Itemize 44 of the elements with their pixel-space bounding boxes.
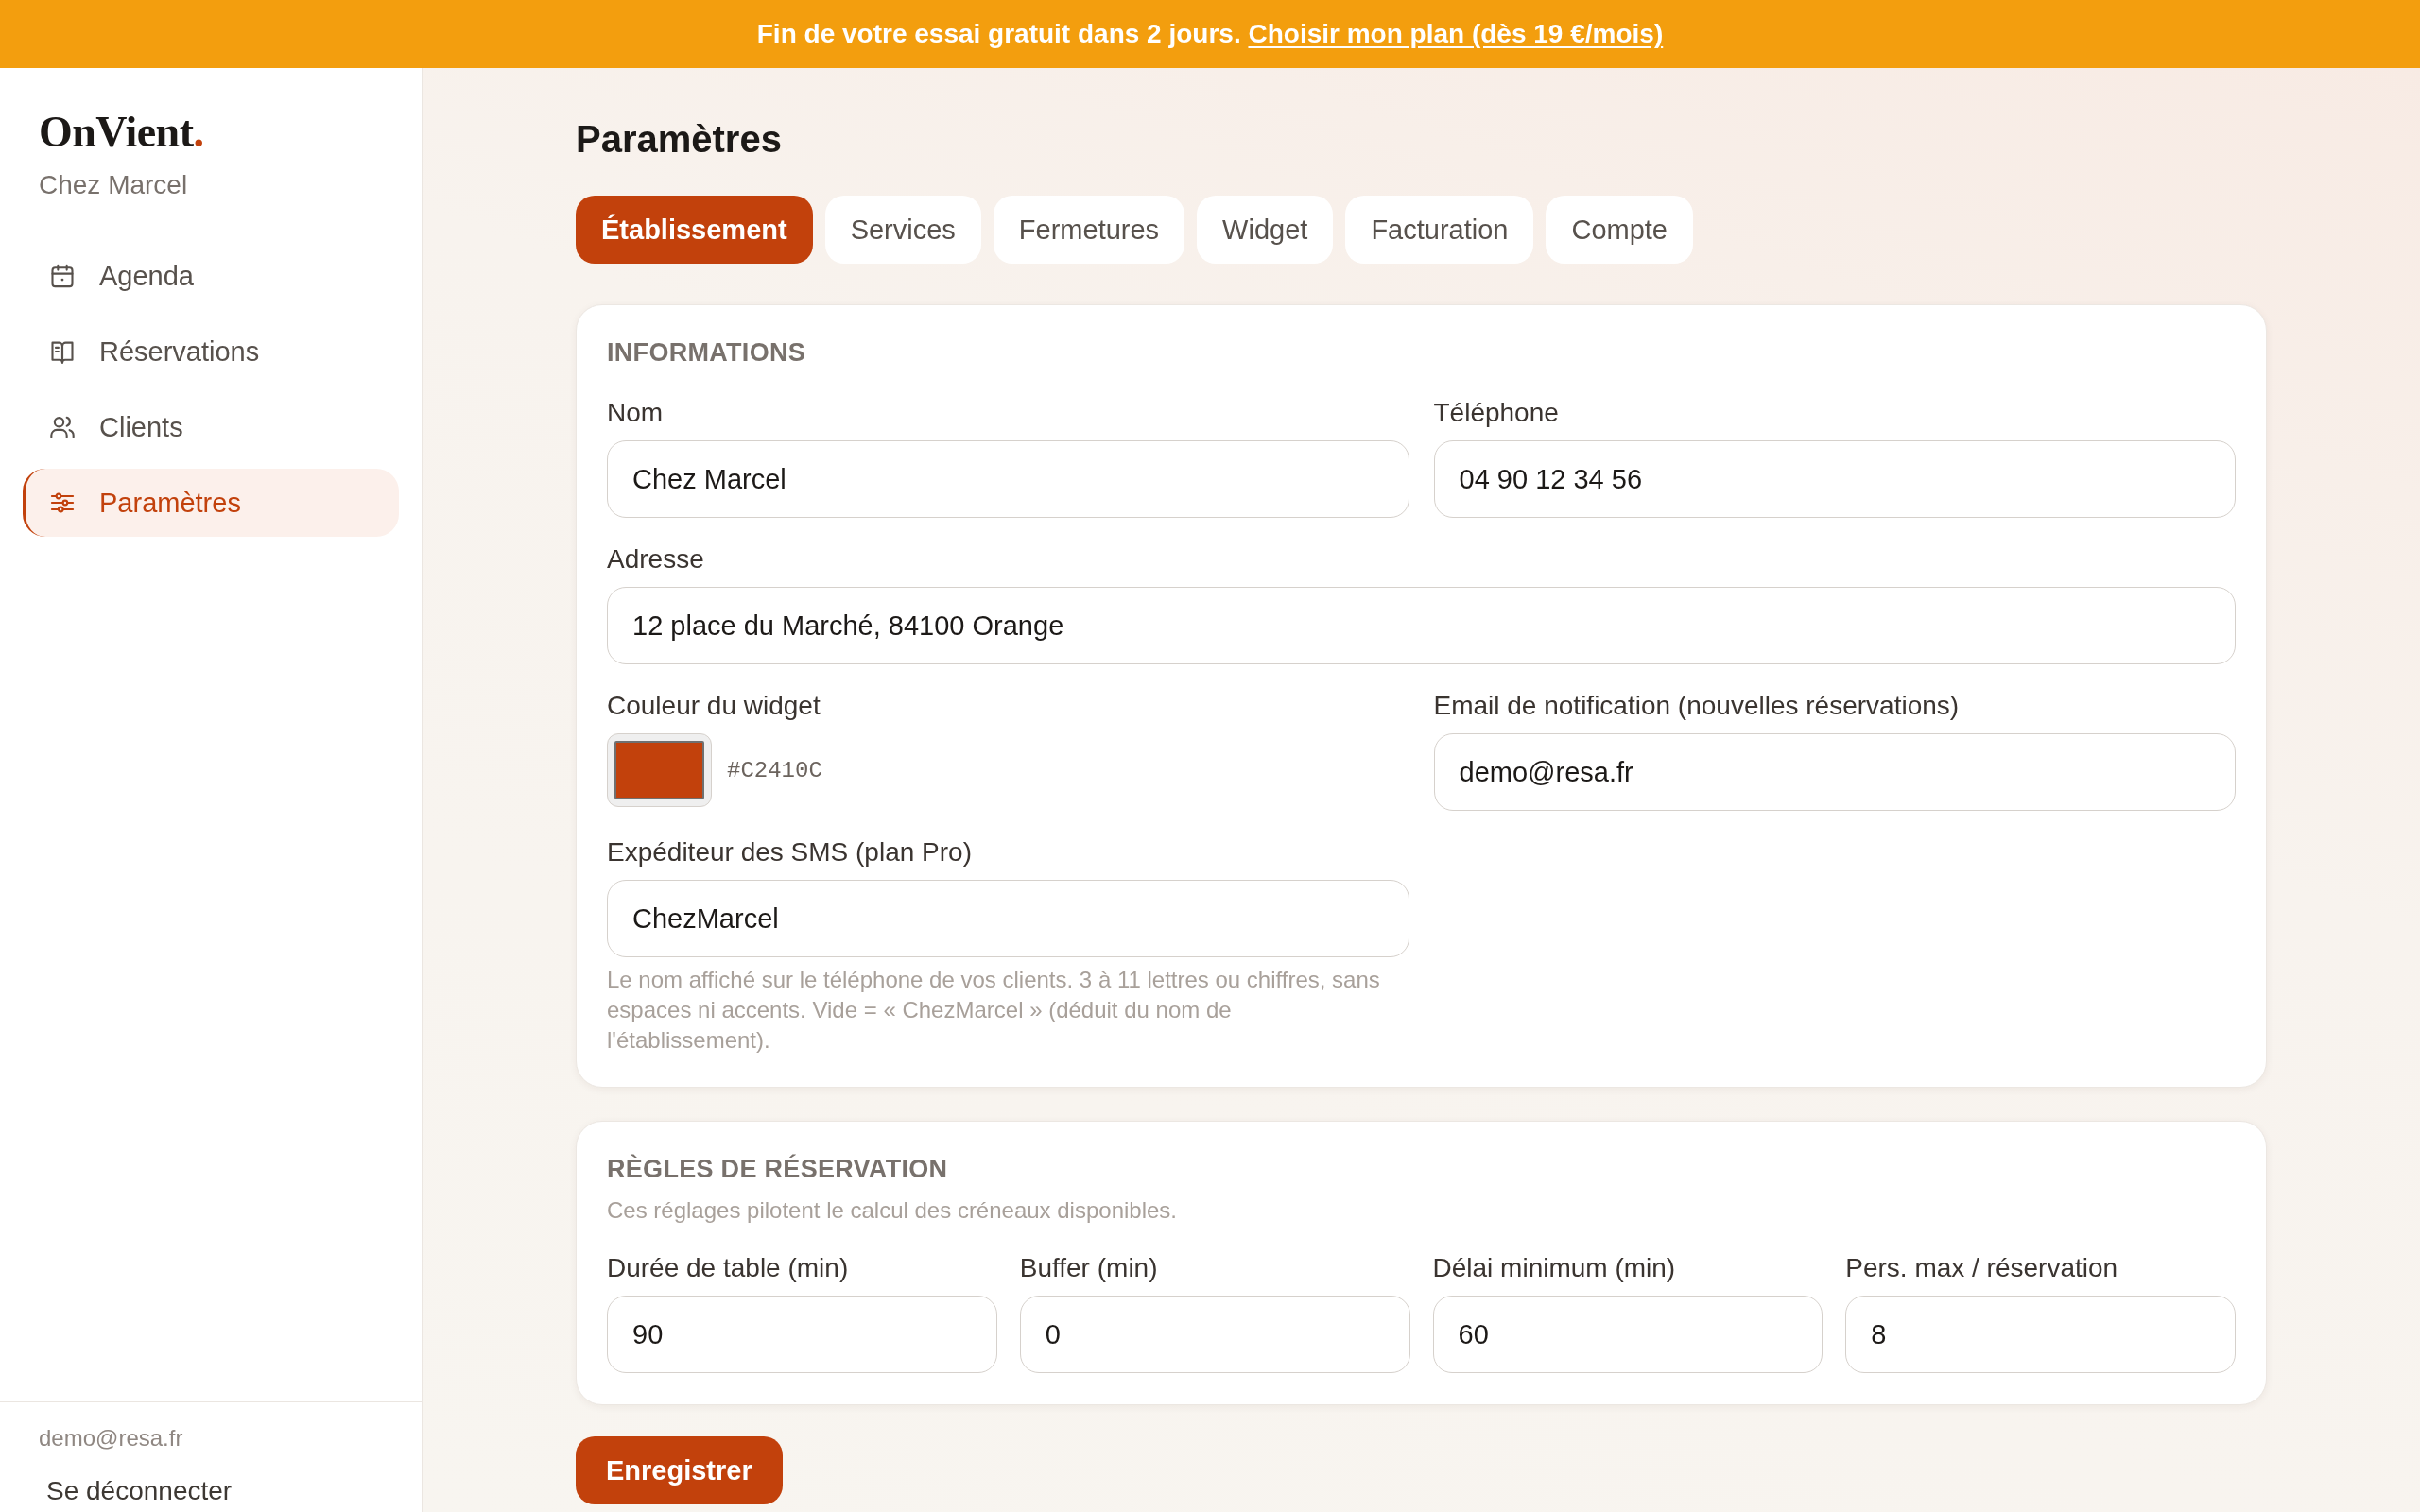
account-email: demo@resa.fr <box>39 1424 183 1452</box>
number-field[interactable]: 60 <box>1432 1296 1824 1373</box>
text-field[interactable]: ChezMarcel <box>607 880 1409 957</box>
logout-button[interactable]: Se déconnecter <box>23 1471 240 1511</box>
field-label: Expéditeur des SMS (plan Pro) <box>607 836 972 868</box>
section-title: RÈGLES DE RÉSERVATION <box>607 1154 948 1184</box>
text-field[interactable]: 04 90 12 34 56 <box>1433 440 2236 518</box>
calendar-icon <box>49 263 76 289</box>
nav-item[interactable]: Agenda <box>23 242 399 310</box>
field-label: Téléphone <box>1433 397 1559 429</box>
venue-name: Chez Marcel <box>39 169 188 201</box>
nav-item[interactable]: Réservations <box>23 318 399 386</box>
field-label: Durée de table (min) <box>607 1252 849 1284</box>
tab[interactable]: Compte <box>1546 196 1693 264</box>
tab[interactable]: Widget <box>1197 196 1334 264</box>
page-title: Paramètres <box>576 117 782 162</box>
tab[interactable]: Services <box>824 196 981 264</box>
nav-item[interactable]: Clients <box>23 393 399 461</box>
nav-item[interactable]: Paramètres <box>23 469 399 537</box>
section-subtitle: Ces réglages pilotent le calcul des créneaux disponibles. <box>607 1196 1178 1225</box>
color-picker[interactable] <box>607 733 712 807</box>
field-label: Nom <box>607 397 664 429</box>
color-code: #C2410C <box>727 757 822 783</box>
number-field[interactable]: 0 <box>1019 1296 1410 1373</box>
people-icon <box>49 414 76 440</box>
field-label: Adresse <box>607 543 704 576</box>
logo: OnVient. <box>38 108 204 157</box>
field-label: Délai minimum (min) <box>1432 1252 1676 1284</box>
tab[interactable]: Fermetures <box>993 196 1185 264</box>
help-text: Le nom affiché sur le téléphone de vos clients. 3 à 11 lettres ou chiffres, sans espaces ni accents. Vide = « ChezMarcel » (déduit du nom de l'établissement). <box>607 966 1381 1055</box>
field-label: Couleur du widget <box>607 690 821 722</box>
text-field[interactable]: demo@resa.fr <box>1433 733 2236 811</box>
trial-message: Fin de votre essai gratuit dans 2 jours. Choisir mon plan (dès 19 €/mois) <box>756 18 1664 50</box>
text-field[interactable]: Chez Marcel <box>607 440 1409 518</box>
section-title: INFORMATIONS <box>607 337 806 368</box>
tab[interactable]: Facturation <box>1345 196 1534 264</box>
field-label: Pers. max / réservation <box>1845 1252 2118 1284</box>
tab[interactable]: Établissement <box>576 196 813 264</box>
field-label: Email de notification (nouvelles réservations) <box>1433 690 1960 722</box>
text-field[interactable]: 12 place du Marché, 84100 Orange <box>607 587 2236 664</box>
number-field[interactable]: 8 <box>1845 1296 2236 1373</box>
field-label: Buffer (min) <box>1019 1252 1158 1284</box>
number-field[interactable]: 90 <box>607 1296 997 1373</box>
save-button[interactable]: Enregistrer <box>576 1436 783 1504</box>
